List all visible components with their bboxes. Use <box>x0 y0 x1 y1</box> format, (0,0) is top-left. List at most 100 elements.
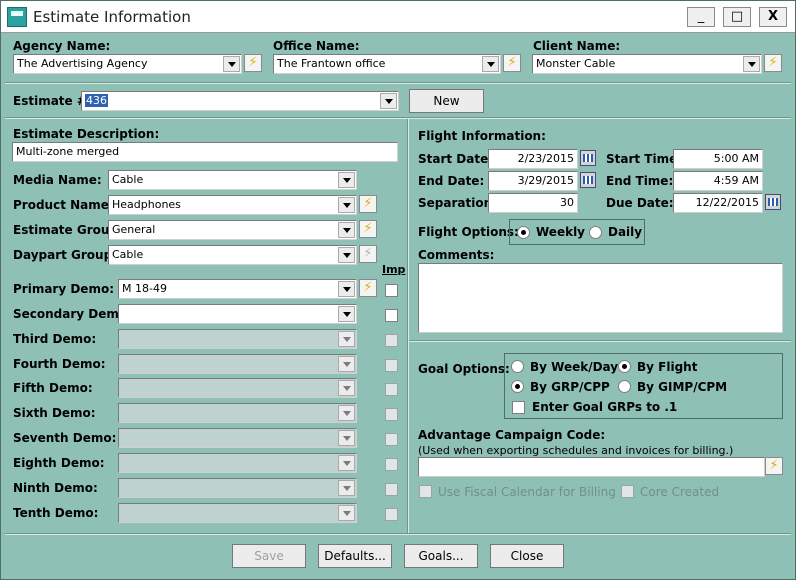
description-input[interactable]: Multi-zone merged <box>12 142 398 162</box>
imp-checkbox-9 <box>385 483 398 496</box>
office-lightning-icon[interactable]: ⚡ <box>503 54 521 72</box>
top-section-divider <box>5 82 791 84</box>
demo-label-7: Seventh Demo: <box>13 431 117 445</box>
new-estimate-button[interactable]: New <box>409 89 484 113</box>
imp-checkbox-8 <box>385 458 398 471</box>
defaults-button[interactable]: Defaults... <box>318 544 392 568</box>
maximize-button[interactable]: □ <box>723 7 751 27</box>
demo-combo-8 <box>118 453 357 473</box>
goal-section-divider <box>409 340 791 342</box>
end-date-input[interactable]: 3/29/2015 <box>488 171 578 191</box>
daily-radio[interactable] <box>589 226 602 239</box>
campaign-lightning-icon[interactable]: ⚡ <box>765 457 783 475</box>
separation-input[interactable]: 30 <box>488 193 578 213</box>
fiscal-calendar-checkbox <box>419 485 432 498</box>
demo-combo-2[interactable] <box>118 304 357 324</box>
product-value: Headphones <box>112 198 181 211</box>
imp-checkbox-2[interactable] <box>385 309 398 322</box>
office-combo[interactable]: The Frantown office <box>273 54 501 74</box>
due-date-input[interactable]: 12/22/2015 <box>673 193 763 213</box>
weekly-radio[interactable] <box>517 226 530 239</box>
fiscal-calendar-label: Use Fiscal Calendar for Billing <box>438 485 616 499</box>
dropdown-arrow-icon[interactable] <box>482 56 499 72</box>
estimate-group-value: General <box>112 223 156 236</box>
imp-checkbox-3 <box>385 334 398 347</box>
by-week-day-label[interactable]: By Week/Day <box>530 360 618 374</box>
close-window-button[interactable]: X <box>759 7 787 27</box>
media-combo[interactable]: Cable <box>108 170 357 190</box>
campaign-code-input[interactable] <box>418 457 765 477</box>
by-flight-label[interactable]: By Flight <box>637 360 697 374</box>
enter-goal-label[interactable]: Enter Goal GRPs to .1 <box>532 400 677 414</box>
demo-label-1: Primary Demo: <box>13 282 114 296</box>
flight-options-label: Flight Options: <box>418 225 519 239</box>
goal-options-label: Goal Options: <box>418 362 510 376</box>
start-time-label: Start Time: <box>606 152 683 166</box>
agency-lightning-icon[interactable]: ⚡ <box>244 54 262 72</box>
dropdown-arrow-icon[interactable] <box>743 56 760 72</box>
agency-label: Agency Name: <box>13 39 111 53</box>
imp-checkbox-7 <box>385 433 398 446</box>
daily-label[interactable]: Daily <box>608 225 642 239</box>
demo-combo-3 <box>118 329 357 349</box>
minimize-button[interactable]: _ <box>687 7 715 27</box>
weekly-label[interactable]: Weekly <box>536 225 585 239</box>
daypart-value: Cable <box>112 248 144 261</box>
by-grp-cpp-radio[interactable] <box>511 380 524 393</box>
by-gimp-cpm-radio[interactable] <box>618 380 631 393</box>
client-label: Client Name: <box>533 39 621 53</box>
by-flight-radio[interactable] <box>618 360 631 373</box>
office-label: Office Name: <box>273 39 360 53</box>
by-grp-cpp-label[interactable]: By GRP/CPP <box>530 380 610 394</box>
dropdown-arrow-icon <box>338 380 355 396</box>
dropdown-arrow-icon[interactable] <box>338 281 355 297</box>
client-combo[interactable]: Monster Cable <box>532 54 762 74</box>
start-date-input[interactable]: 2/23/2015 <box>488 149 578 169</box>
client-lightning-icon[interactable]: ⚡ <box>764 54 782 72</box>
footer-divider <box>5 533 791 535</box>
app-icon <box>7 7 27 27</box>
goals-button[interactable]: Goals... <box>404 544 478 568</box>
estimate-combo[interactable]: 436 <box>81 91 399 111</box>
comments-textarea[interactable] <box>418 263 783 333</box>
imp-checkbox-1[interactable] <box>385 284 398 297</box>
enter-goal-checkbox[interactable] <box>512 401 525 414</box>
dropdown-arrow-icon[interactable] <box>338 306 355 322</box>
dropdown-arrow-icon[interactable] <box>380 93 397 109</box>
demo-combo-4 <box>118 354 357 374</box>
dropdown-arrow-icon[interactable] <box>338 172 355 188</box>
calendar-icon[interactable] <box>580 172 596 188</box>
imp-checkbox-10 <box>385 508 398 521</box>
primary-demo-lightning-icon[interactable]: ⚡ <box>359 279 377 297</box>
by-gimp-cpm-label[interactable]: By GIMP/CPM <box>637 380 727 394</box>
demo-combo-1[interactable]: M 18-49 <box>118 279 357 299</box>
dropdown-arrow-icon[interactable] <box>223 56 240 72</box>
product-combo[interactable]: Headphones <box>108 195 357 215</box>
dropdown-arrow-icon <box>338 356 355 372</box>
end-date-label: End Date: <box>418 174 485 188</box>
estimate-group-combo[interactable]: General <box>108 220 357 240</box>
dropdown-arrow-icon[interactable] <box>338 247 355 263</box>
by-week-day-radio[interactable] <box>511 360 524 373</box>
close-button[interactable]: Close <box>490 544 564 568</box>
dropdown-arrow-icon[interactable] <box>338 197 355 213</box>
calendar-icon[interactable] <box>580 150 596 166</box>
end-time-input[interactable]: 4:59 AM <box>673 171 763 191</box>
product-lightning-icon[interactable]: ⚡ <box>359 195 377 213</box>
comments-label: Comments: <box>418 248 495 262</box>
media-value: Cable <box>112 173 144 186</box>
dropdown-arrow-icon[interactable] <box>338 222 355 238</box>
window-title: Estimate Information <box>33 8 191 26</box>
imp-checkbox-6 <box>385 408 398 421</box>
dropdown-arrow-icon <box>338 505 355 521</box>
dropdown-arrow-icon <box>338 455 355 471</box>
agency-combo[interactable]: The Advertising Agency <box>13 54 242 74</box>
calendar-icon[interactable] <box>765 194 781 210</box>
estimate-group-lightning-icon[interactable]: ⚡ <box>359 220 377 238</box>
start-time-input[interactable]: 5:00 AM <box>673 149 763 169</box>
daypart-combo[interactable]: Cable <box>108 245 357 265</box>
imp-column-header: Imp <box>382 263 406 276</box>
dropdown-arrow-icon <box>338 405 355 421</box>
core-created-label: Core Created <box>640 485 720 499</box>
start-date-label: Start Date: <box>418 152 494 166</box>
